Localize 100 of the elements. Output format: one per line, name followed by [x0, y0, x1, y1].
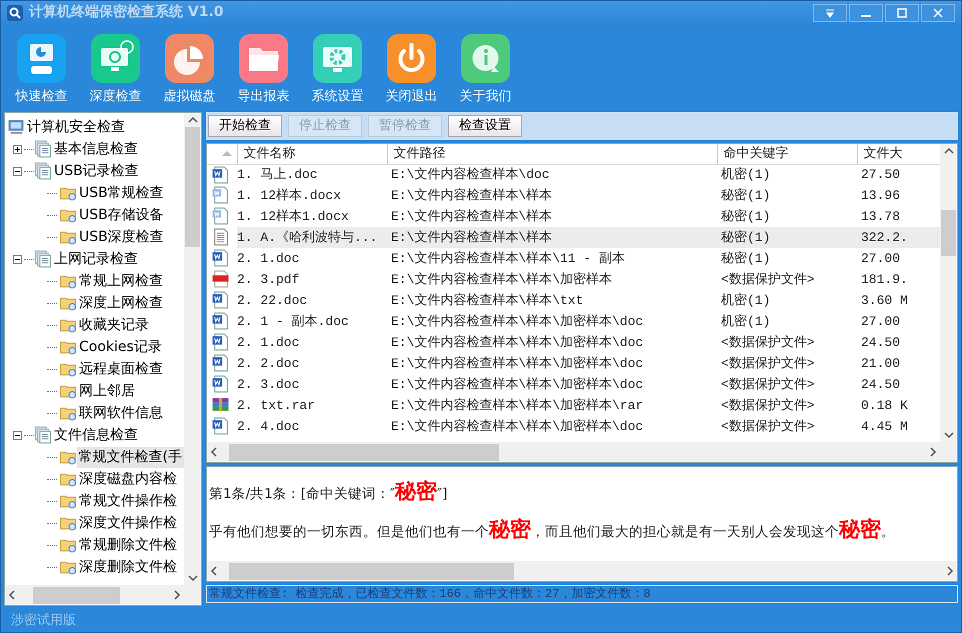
word-file-icon	[211, 186, 229, 204]
table-cell: 1. 马上.doc	[237, 164, 387, 185]
minimize-icon	[861, 14, 871, 16]
tree-item[interactable]: 文件信息检查	[52, 424, 140, 446]
table-cell-text: 秘密(1)	[720, 186, 772, 205]
tree-item[interactable]: 基本信息检查	[52, 138, 140, 160]
dropdown-icon	[824, 8, 836, 18]
table-cell-text: E:\文件内容检查样本\样本\加密样本\doc	[390, 334, 644, 352]
toolbar-button[interactable]: 检查设置	[448, 115, 522, 137]
minimize-button[interactable]	[849, 4, 883, 22]
documents-icon	[34, 250, 52, 268]
tree-item[interactable]: 深度上网检查	[77, 292, 165, 314]
scrollbar-thumb[interactable]	[33, 586, 120, 604]
table-cell-text: 2. 4.doc	[237, 418, 300, 436]
word-file-icon	[211, 249, 229, 268]
tree-item[interactable]: 远程桌面检查	[77, 358, 165, 380]
word-file-icon	[211, 291, 229, 310]
table-cell: 27.00	[857, 248, 940, 269]
table-cell: 秘密(1)	[717, 248, 857, 269]
table-cell-text: 3.60 M	[860, 292, 909, 310]
table-cell-text: 24.50	[860, 376, 902, 394]
tree-item[interactable]: 深度文件操作检	[77, 512, 179, 534]
toolbar-button[interactable]: 深度检查	[91, 34, 140, 108]
toolbar-button[interactable]: 关于我们	[461, 34, 510, 108]
table-cell-text: 2. 22.doc	[237, 292, 308, 310]
window-title: 计算机终端保密检查系统 V1.0	[29, 2, 224, 22]
expand-icon[interactable]	[13, 144, 22, 154]
tree-item[interactable]: 常规上网检查	[77, 270, 165, 292]
table-cell-text: 4.45 M	[860, 418, 909, 436]
maximize-button[interactable]	[885, 4, 919, 22]
table-cell-text: 2. txt.rar	[237, 396, 316, 415]
scrollbar-thumb[interactable]	[229, 562, 514, 580]
column-header[interactable]: 文件大	[857, 144, 940, 164]
table-cell-text: <数据保护文件>	[720, 354, 816, 373]
table-cell-text: E:\文件内容检查样本\样本\加密样本\doc	[390, 376, 644, 394]
table-cell: E:\文件内容检查样本\doc	[387, 164, 717, 185]
table-cell-text: E:\文件内容检查样本\样本\txt	[390, 292, 584, 310]
toolbar-button[interactable]: 虚拟磁盘	[165, 34, 214, 108]
table-cell: 1. A.《哈利波特与...	[237, 227, 387, 248]
pdf-file-icon	[211, 270, 229, 288]
preview-text: 第1条/共1条：[命中关键词：″秘密″]	[209, 477, 448, 505]
close-icon	[932, 8, 944, 18]
collapse-icon[interactable]	[13, 166, 22, 176]
table-cell-text: 27.00	[860, 312, 902, 331]
scrollbar-thumb[interactable]	[185, 127, 200, 247]
tree-item[interactable]: USB深度检查	[77, 226, 166, 248]
tree-item[interactable]: 深度磁盘内容检	[77, 468, 179, 490]
tree-item[interactable]: 常规文件检查(手	[76, 446, 184, 468]
table-cell-text: 21.00	[860, 354, 902, 373]
table-cell-text: 2. 3.doc	[237, 376, 300, 394]
tree-item[interactable]: Cookies记录	[77, 336, 164, 358]
scrollbar-thumb[interactable]	[229, 444, 499, 460]
table-cell-text: E:\文件内容检查样本\样本\加密样本	[390, 270, 614, 289]
table-cell: 1. 12样本1.docx	[237, 206, 387, 227]
word-file-icon	[211, 207, 229, 226]
collapse-icon[interactable]	[13, 430, 22, 440]
tree-item[interactable]: 常规文件操作检	[77, 490, 179, 512]
table-cell-text: <数据保护文件>	[720, 376, 816, 394]
tree-item[interactable]: 网上邻居	[77, 380, 137, 402]
documents-icon	[34, 140, 52, 158]
column-header[interactable]: 文件路径	[387, 144, 717, 164]
status-bar: 常规文件检查: 检查完成，已检查文件数：166，命中文件数：27，加密文件数：8	[206, 585, 958, 603]
tree-item[interactable]: 深度删除文件检	[77, 556, 179, 578]
table-cell-text: E:\文件内容检查样本\样本\加密样本\doc	[390, 354, 644, 373]
table-cell-text: E:\文件内容检查样本\样本\加密样本\doc	[390, 418, 644, 436]
text-file-icon	[211, 228, 229, 246]
table-cell: 13.78	[857, 206, 940, 227]
table-cell-text: E:\文件内容检查样本\样本	[390, 186, 554, 205]
documents-icon	[34, 162, 52, 180]
table-cell: 322.2.	[857, 227, 940, 248]
toolbar-button[interactable]: 快速检查	[17, 34, 66, 108]
tree-item[interactable]: 计算机安全检查	[25, 116, 127, 138]
tree-item[interactable]: USB存储设备	[77, 204, 166, 226]
table-cell-text: 2. 1 - 副本.doc	[237, 312, 350, 331]
word-file-icon	[211, 354, 229, 372]
close-button[interactable]	[921, 4, 955, 22]
toolbar-button[interactable]: 关闭退出	[387, 34, 436, 108]
tree-item[interactable]: USB记录检查	[52, 160, 141, 182]
table-cell-text: 181.9.	[860, 270, 909, 289]
table-cell: 秘密(1)	[717, 206, 857, 227]
table-cell: 27.50	[857, 164, 940, 185]
tree-item[interactable]: 上网记录检查	[52, 248, 140, 270]
tree-item[interactable]: 收藏夹记录	[77, 314, 151, 336]
table-cell-text: <数据保护文件>	[720, 334, 816, 352]
table-cell: 机密(1)	[717, 164, 857, 185]
table-cell-text: <数据保护文件>	[720, 396, 816, 415]
toolbar-button[interactable]: 导出报表	[239, 34, 288, 108]
word-file-icon	[211, 417, 229, 436]
scrollbar-thumb[interactable]	[941, 210, 956, 256]
table-cell: 2. 1.doc	[237, 248, 387, 269]
tree-item[interactable]: 联网软件信息	[77, 402, 165, 424]
tree-item[interactable]: USB常规检查	[77, 182, 166, 204]
table-cell-text: 13.96	[860, 186, 902, 205]
toolbar-button[interactable]: 开始检查	[208, 115, 282, 137]
column-header[interactable]: 文件名称	[237, 144, 387, 164]
column-header[interactable]: 命中关键字	[717, 144, 857, 164]
dropdown-button[interactable]	[813, 4, 847, 22]
tree-item[interactable]: 常规删除文件检	[77, 534, 179, 556]
toolbar-button[interactable]: 系统设置	[313, 34, 362, 108]
collapse-icon[interactable]	[13, 254, 22, 264]
